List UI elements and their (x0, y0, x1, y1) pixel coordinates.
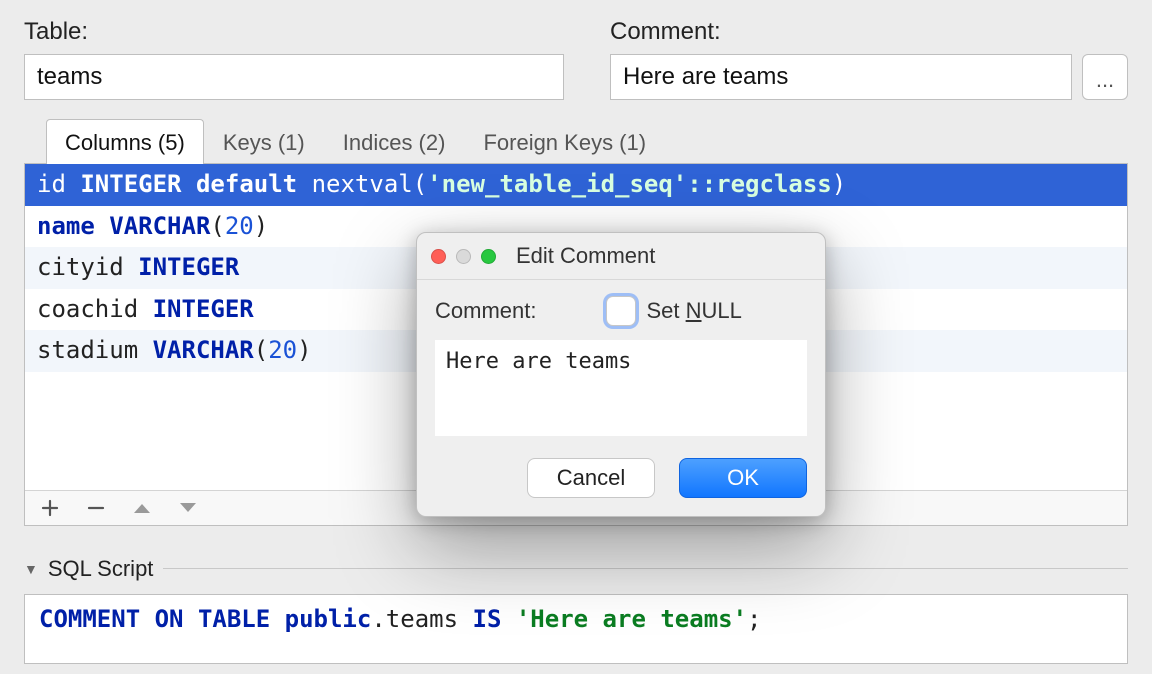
cancel-button[interactable]: Cancel (527, 458, 655, 498)
tab-indices[interactable]: Indices (2) (324, 119, 465, 164)
set-null-label: Set NULL (646, 298, 741, 324)
tab-foreign-keys[interactable]: Foreign Keys (1) (464, 119, 665, 164)
edit-comment-dialog: Edit Comment Comment: Set NULL Cancel OK (416, 232, 826, 517)
comment-label: Comment: (610, 18, 1128, 46)
sql-script-label: SQL Script (48, 556, 154, 582)
tab-keys[interactable]: Keys (1) (204, 119, 324, 164)
comment-more-button[interactable]: ... (1082, 54, 1128, 100)
close-icon[interactable] (431, 249, 446, 264)
move-up-icon[interactable] (131, 497, 153, 519)
column-row[interactable]: id INTEGER default nextval('new_table_id… (25, 164, 1127, 206)
add-icon[interactable] (39, 497, 61, 519)
sql-script-box[interactable]: COMMENT ON TABLE public.teams IS 'Here a… (24, 594, 1128, 664)
tab-columns[interactable]: Columns (5) (46, 119, 204, 164)
zoom-icon[interactable] (481, 249, 496, 264)
table-label: Table: (24, 18, 564, 46)
table-name-input[interactable] (24, 54, 564, 100)
dialog-titlebar[interactable]: Edit Comment (417, 233, 825, 280)
chevron-down-icon: ▼ (24, 561, 38, 577)
tabs: Columns (5) Keys (1) Indices (2) Foreign… (24, 118, 1128, 163)
comment-input[interactable] (610, 54, 1072, 100)
minimize-icon (456, 249, 471, 264)
set-null-checkbox[interactable] (606, 296, 636, 326)
move-down-icon[interactable] (177, 497, 199, 519)
dialog-title: Edit Comment (516, 243, 655, 269)
dialog-comment-label: Comment: (435, 298, 536, 324)
comment-textarea[interactable] (435, 340, 807, 436)
divider (163, 568, 1128, 569)
ok-button[interactable]: OK (679, 458, 807, 498)
sql-script-header[interactable]: ▼ SQL Script (24, 556, 1128, 582)
remove-icon[interactable] (85, 497, 107, 519)
